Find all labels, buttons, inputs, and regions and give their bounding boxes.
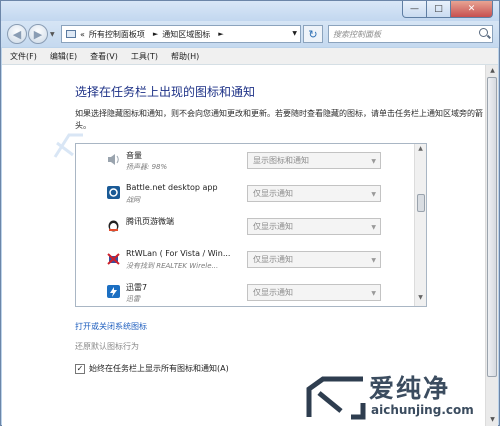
breadcrumb-separator-icon[interactable]: ► <box>153 30 158 38</box>
chevron-down-icon: ▼ <box>371 290 376 297</box>
item-name: 音量 <box>126 151 142 160</box>
navigation-bar: ◀ ▶ ▼ « 所有控制面板项 ► 通知区域图标 ► ▼ ↻ 搜索控制面板 <box>1 21 499 47</box>
list-item: 音量 扬声器: 98% 显示图标和通知 ▼ <box>76 144 416 177</box>
always-show-all-row[interactable]: ✓ 始终在任务栏上显示所有图标和通知(A) <box>75 363 229 374</box>
wlan-icon <box>107 253 120 265</box>
menu-help[interactable]: 帮助(H) <box>171 51 199 62</box>
behavior-select[interactable]: 仅显示通知 ▼ <box>247 251 381 268</box>
chevron-down-icon: ▼ <box>371 191 376 198</box>
menu-view[interactable]: 查看(V) <box>90 51 118 62</box>
tencent-icon <box>108 220 119 232</box>
chevron-down-icon: ▼ <box>371 158 376 165</box>
item-name: 腾讯页游微端 <box>126 217 174 226</box>
scroll-down-icon[interactable]: ▼ <box>415 294 426 305</box>
item-subtitle: 没有找到 REALTEK Wirele... <box>126 262 219 270</box>
watermark-title: 爱纯净 <box>369 374 451 403</box>
item-name: 迅雷7 <box>126 283 148 292</box>
close-button[interactable]: ✕ <box>451 1 493 18</box>
list-item: 迅雷7 迅雷 仅显示通知 ▼ <box>76 276 416 306</box>
menu-tools[interactable]: 工具(T) <box>131 51 158 62</box>
speaker-icon <box>108 154 119 165</box>
address-bar[interactable]: « 所有控制面板项 ► 通知区域图标 ► ▼ <box>61 25 301 43</box>
control-panel-folder-icon <box>66 30 76 38</box>
battlenet-icon <box>107 186 120 199</box>
breadcrumb-all-items[interactable]: 所有控制面板项 <box>89 29 145 40</box>
search-input[interactable]: 搜索控制面板 <box>328 25 493 43</box>
item-name: Battle.net desktop app <box>126 183 218 192</box>
behavior-select[interactable]: 显示图标和通知 ▼ <box>247 152 381 169</box>
minimize-button[interactable]: — <box>402 1 427 18</box>
item-name: RtWLan ( For Vista / Win... <box>126 249 231 258</box>
restore-default-link[interactable]: 还原默认图标行为 <box>75 341 139 352</box>
item-subtitle: 战网 <box>126 196 140 204</box>
list-scrollbar[interactable]: ▲ ▼ <box>414 144 426 306</box>
list-item: 腾讯页游微端 仅显示通知 ▼ <box>76 210 416 243</box>
address-overflow[interactable]: « <box>80 30 85 39</box>
refresh-button[interactable]: ↻ <box>303 25 323 43</box>
recent-pages-chevron-icon[interactable]: ▼ <box>50 31 55 38</box>
page-description: 如果选择隐藏图标和通知，则不会向您通知更改和更新。若要随时查看隐藏的图标，请单击… <box>75 109 483 130</box>
control-panel-window: — □ ✕ ◀ ▶ ▼ « 所有控制面板项 ► 通知区域图标 ► ▼ ↻ 搜索控… <box>0 0 500 426</box>
breadcrumb-separator-icon[interactable]: ► <box>218 30 223 38</box>
forward-button[interactable]: ▶ <box>28 24 48 44</box>
list-item: Battle.net desktop app 战网 仅显示通知 ▼ <box>76 177 416 210</box>
notification-icons-list[interactable]: 音量 扬声器: 98% 显示图标和通知 ▼ Battle.net desktop … <box>75 143 427 307</box>
list-scroll-thumb[interactable] <box>417 194 425 212</box>
behavior-select[interactable]: 仅显示通知 ▼ <box>247 284 381 301</box>
chevron-down-icon: ▼ <box>371 224 376 231</box>
page-scroll-down-icon[interactable]: ▼ <box>486 414 499 426</box>
page-scroll-thumb[interactable] <box>487 77 497 377</box>
menu-edit[interactable]: 编辑(E) <box>50 51 77 62</box>
item-subtitle: 扬声器: 98% <box>126 163 168 171</box>
page-scroll-up-icon[interactable]: ▲ <box>486 65 499 77</box>
chevron-down-icon: ▼ <box>371 257 376 264</box>
search-icon[interactable] <box>479 28 488 37</box>
breadcrumb-notification-icons[interactable]: 通知区域图标 <box>162 29 210 40</box>
scroll-up-icon[interactable]: ▲ <box>415 145 426 156</box>
search-placeholder: 搜索控制面板 <box>333 29 381 39</box>
always-show-all-checkbox[interactable]: ✓ <box>75 363 85 374</box>
title-bar: — □ ✕ <box>1 1 499 21</box>
page-title: 选择在任务栏上出现的图标和通知 <box>75 85 256 99</box>
list-item: RtWLan ( For Vista / Win... 没有找到 REALTEK… <box>76 243 416 276</box>
system-icons-link[interactable]: 打开或关闭系统图标 <box>75 321 147 332</box>
back-button[interactable]: ◀ <box>7 24 27 44</box>
address-dropdown-icon[interactable]: ▼ <box>292 30 297 37</box>
thunder-icon <box>107 285 120 298</box>
maximize-button[interactable]: □ <box>427 1 451 18</box>
menu-bar: 文件(F) 编辑(E) 查看(V) 工具(T) 帮助(H) <box>2 48 498 65</box>
watermark-logo-icon <box>306 376 366 420</box>
always-show-all-label: 始终在任务栏上显示所有图标和通知(A) <box>89 364 229 373</box>
item-subtitle: 迅雷 <box>126 295 140 303</box>
behavior-select[interactable]: 仅显示通知 ▼ <box>247 218 381 235</box>
behavior-select[interactable]: 仅显示通知 ▼ <box>247 185 381 202</box>
menu-file[interactable]: 文件(F) <box>10 51 37 62</box>
page-scrollbar[interactable]: ▲ ▼ <box>485 65 498 426</box>
watermark-faint-logo-icon <box>53 133 83 158</box>
watermark-url: aichunjing.com <box>371 403 474 417</box>
